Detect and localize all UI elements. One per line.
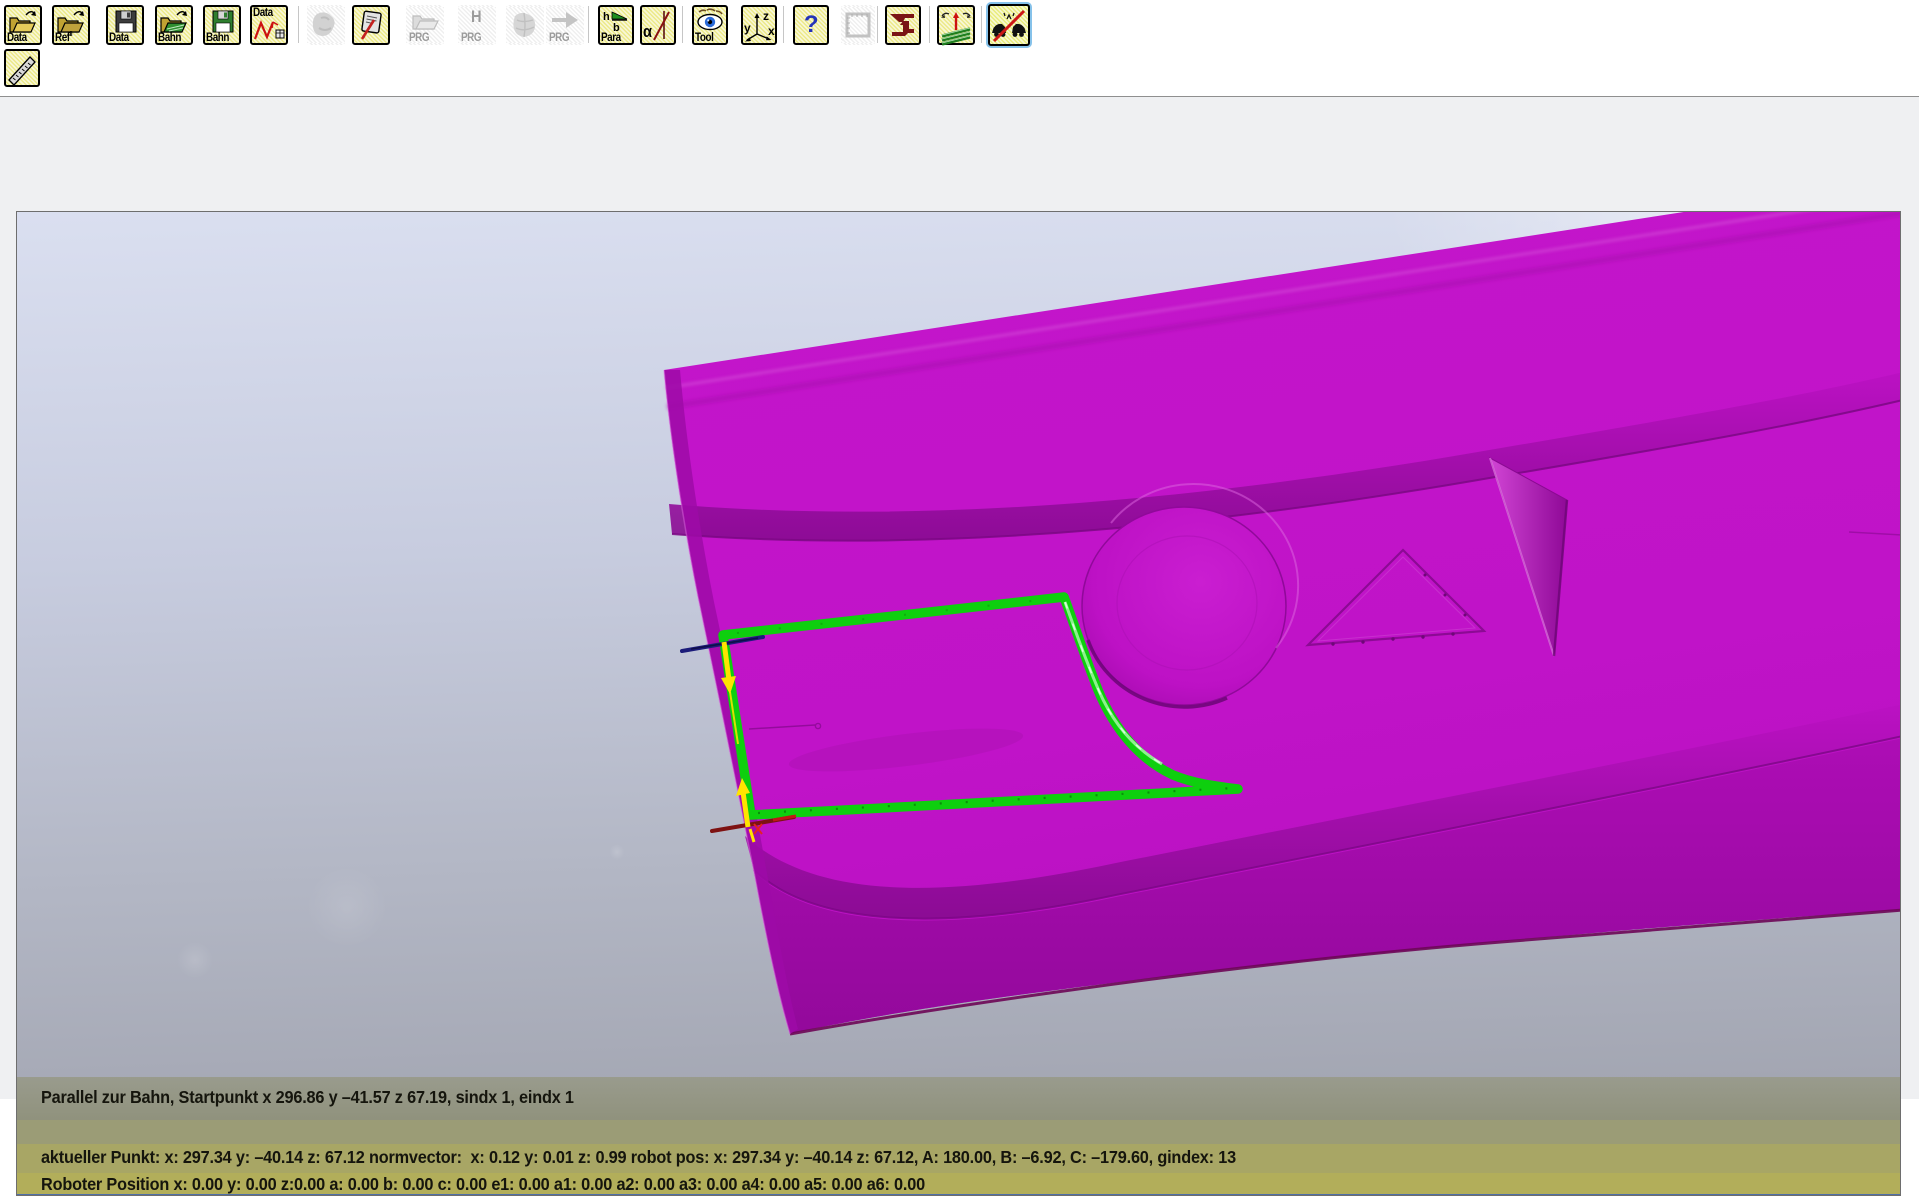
svg-text:x: x — [768, 24, 775, 38]
ruler-icon — [6, 52, 38, 86]
scene-3d — [16, 211, 1901, 1196]
lift-path-icon — [938, 8, 974, 46]
status-line-robot-position: Roboter Position x: 0.00 y: 0.00 z:0.00 … — [41, 1174, 925, 1195]
prg-send-button-disabled: PRG — [546, 5, 584, 45]
ruler-button[interactable] — [4, 49, 40, 87]
eye-icon — [693, 8, 727, 33]
measure-frame-button-disabled — [841, 5, 875, 45]
toolbar-separator — [783, 6, 785, 43]
help-button[interactable]: ? — [793, 5, 829, 45]
toolbar-separator — [981, 6, 983, 43]
prg-h-button-disabled: H PRG — [458, 5, 496, 45]
stamp-image-icon — [309, 8, 343, 42]
collision-check-button[interactable] — [988, 4, 1030, 46]
button-label: Data — [253, 7, 273, 19]
viewport-3d-canvas[interactable]: Parallel zur Bahn, Startpunkt x 296.86 y… — [16, 211, 1901, 1196]
floppy-disk-icon — [108, 8, 142, 35]
data-curve-button[interactable]: Data — [250, 5, 288, 45]
open-ref-button[interactable]: RefII — [52, 5, 90, 45]
toolbar-separator — [877, 6, 879, 43]
open-data-button[interactable]: Data — [4, 5, 42, 45]
tool-view-button[interactable]: Tool — [692, 5, 728, 45]
status-line-current-point: aktueller Punkt: x: 297.34 y: –40.14 z: … — [41, 1147, 1236, 1168]
button-label: RefII — [55, 31, 72, 44]
teach-device-button[interactable] — [352, 5, 390, 45]
button-label: PRG — [409, 32, 429, 44]
svg-text:z: z — [763, 9, 769, 23]
button-label: Tool — [695, 32, 713, 44]
button-label: Bahn — [158, 32, 181, 44]
letter-h: H — [471, 7, 481, 27]
save-data-button[interactable]: Data — [106, 5, 144, 45]
frame-ruler-icon — [842, 8, 874, 42]
digitizer-pen-icon — [354, 8, 388, 42]
world-map-button-disabled — [506, 5, 544, 45]
button-label: PRG — [461, 32, 481, 44]
button-label: ? — [795, 11, 827, 39]
button-label: Data — [7, 32, 27, 44]
window-frame: Parallel zur Bahn, Startpunkt x 296.86 y… — [0, 96, 1919, 1099]
status-line-path-start: Parallel zur Bahn, Startpunkt x 296.86 y… — [41, 1087, 574, 1108]
path-lift-button[interactable] — [937, 5, 975, 45]
toolbar: Data RefII Data Bahn — [0, 0, 1919, 96]
angle-alpha-button[interactable]: α — [640, 5, 676, 45]
toolbar-separator — [929, 6, 931, 43]
folder-gray-icon — [408, 8, 442, 32]
button-label: Bahn — [206, 32, 229, 44]
prg-open-button-disabled: PRG — [406, 5, 444, 45]
parameter-icon: h b — [600, 8, 632, 34]
open-bahn-button[interactable]: Bahn — [155, 5, 193, 45]
button-label: α — [643, 22, 652, 42]
toolbar-separator — [682, 6, 684, 43]
svg-text:y: y — [744, 21, 751, 35]
car-collision-icon — [990, 7, 1028, 45]
button-label: PRG — [549, 32, 569, 44]
arrow-right-icon — [548, 8, 582, 32]
button-label: Para — [601, 32, 621, 44]
stamp-image-button-disabled — [307, 5, 345, 45]
save-bahn-button[interactable]: Bahn — [203, 5, 241, 45]
toolbar-separator — [298, 6, 300, 43]
robot-press-icon — [886, 8, 920, 44]
open-folder-icon — [6, 8, 40, 35]
coord-axes-button[interactable]: z y x — [741, 5, 777, 45]
world-map-icon — [508, 8, 542, 42]
button-label: Data — [109, 32, 129, 44]
axes-icon: z y x — [742, 8, 776, 46]
signal-curve-icon — [252, 19, 286, 43]
svg-text:h: h — [603, 11, 610, 23]
floppy-disk-green-icon — [205, 8, 239, 35]
robot-press-button[interactable] — [885, 5, 921, 45]
open-folder-green-icon — [157, 8, 191, 35]
parameter-button[interactable]: h b Para — [598, 5, 634, 45]
status-band — [17, 1120, 1900, 1144]
toolbar-separator — [588, 6, 590, 43]
